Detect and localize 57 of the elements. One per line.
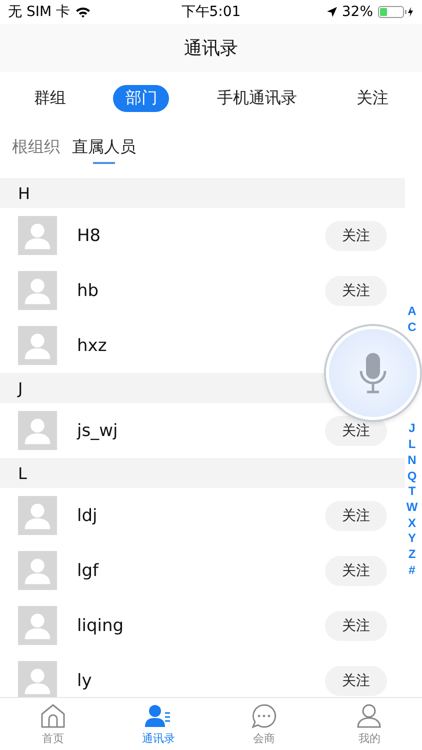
follow-button[interactable]: 关注 [325, 500, 387, 530]
index-letter[interactable]: Y [408, 531, 416, 548]
index-letter[interactable]: J [408, 421, 416, 438]
contact-name: lgf [77, 560, 100, 580]
avatar-icon [18, 411, 57, 450]
person-icon [356, 702, 382, 728]
follow-button[interactable]: 关注 [325, 666, 387, 696]
category-tab[interactable]: 部门 [113, 84, 170, 112]
location-icon [326, 7, 337, 17]
index-letter[interactable]: C [408, 320, 416, 336]
follow-button[interactable]: 关注 [325, 276, 387, 306]
wifi-icon [75, 6, 91, 18]
contact-name: js_wj [77, 420, 119, 440]
contact-name: H8 [77, 226, 102, 246]
breadcrumb-tab[interactable]: 根组织 [10, 130, 62, 168]
contact-name: liqing [77, 616, 125, 636]
category-tab[interactable]: 群组 [22, 84, 78, 112]
avatar-icon [18, 326, 57, 365]
contact-name: ldj [77, 506, 98, 526]
follow-button[interactable]: 关注 [325, 610, 387, 640]
index-letter[interactable]: X [408, 516, 416, 532]
avatar-icon [18, 271, 57, 310]
index-letter[interactable]: L [408, 437, 416, 453]
page-title: 通讯录 [184, 37, 238, 60]
contact-name: ly [77, 670, 93, 690]
index-letter[interactable]: W [406, 500, 418, 516]
avatar-icon [18, 551, 57, 590]
avatar-icon [18, 496, 57, 535]
battery-icon [378, 6, 414, 18]
index-letter[interactable]: # [408, 562, 416, 578]
bottom-tab[interactable]: 会商 [211, 698, 316, 750]
follow-button[interactable]: 关注 [325, 556, 387, 586]
follow-button[interactable]: 关注 [325, 416, 387, 446]
bottom-tab[interactable]: 首页 [0, 698, 106, 750]
index-letter[interactable]: T [408, 484, 416, 500]
clock-text: 下午5:01 [181, 3, 241, 21]
battery-text: 32% [342, 4, 373, 20]
home-icon [40, 702, 66, 728]
avatar-icon [18, 216, 57, 255]
bottom-tab[interactable]: 我的 [316, 698, 422, 750]
bottom-tab[interactable]: 通讯录 [106, 698, 211, 750]
section-header: H [0, 178, 405, 208]
category-tab[interactable]: 手机通讯录 [204, 84, 309, 112]
follow-button[interactable]: 关注 [325, 220, 387, 250]
index-letter[interactable]: A [408, 304, 416, 320]
category-tab[interactable]: 关注 [344, 84, 400, 112]
index-letter[interactable]: Q [407, 468, 417, 484]
index-letter[interactable]: N [408, 452, 416, 469]
chat-icon [250, 702, 277, 728]
avatar-icon [18, 606, 57, 645]
carrier-text: 无 SIM 卡 [8, 3, 70, 21]
index-letter[interactable]: Z [408, 547, 416, 563]
contacts-icon [145, 702, 172, 728]
contact-name: hxz [77, 336, 108, 356]
microphone-icon [358, 351, 388, 395]
section-header: L [0, 458, 405, 488]
contact-name: hb [77, 280, 100, 300]
